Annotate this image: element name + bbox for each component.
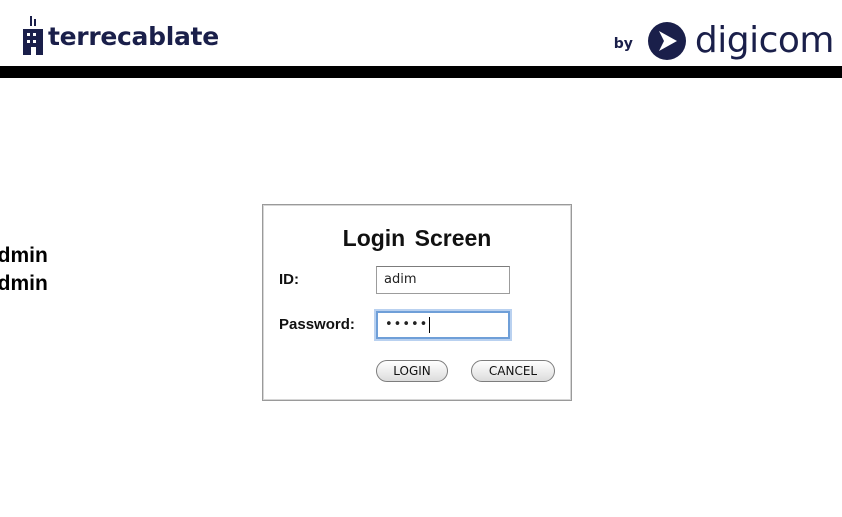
by-label: by	[613, 35, 633, 52]
cancel-button[interactable]: CANCEL	[471, 360, 555, 382]
partner-name: digicom	[694, 20, 835, 61]
password-label: Password:	[279, 316, 355, 333]
text-caret	[429, 316, 431, 333]
brand-name: terrecablate	[48, 21, 219, 51]
login-panel: Login Screen ID: adim Password: ••••• LO…	[262, 204, 572, 401]
header-divider	[0, 66, 842, 78]
login-title: Login Screen	[342, 225, 492, 251]
id-label: ID:	[279, 271, 299, 288]
terrecablate-logo: terrecablate	[20, 14, 219, 58]
password-input[interactable]: •••••	[376, 311, 510, 339]
hint-line-2: admin	[0, 272, 48, 295]
login-button[interactable]: LOGIN	[376, 360, 448, 382]
id-input[interactable]: adim	[376, 266, 510, 294]
building-icon	[23, 16, 43, 55]
digicom-arrow-icon	[647, 21, 686, 60]
digicom-logo: by digicom	[613, 20, 835, 61]
page: terrecablate by digicom admin admin Logi…	[0, 0, 842, 517]
credentials-hint: admin admin	[0, 242, 48, 298]
hint-line-1: admin	[0, 244, 48, 267]
password-masked-value: •••••	[385, 317, 429, 332]
